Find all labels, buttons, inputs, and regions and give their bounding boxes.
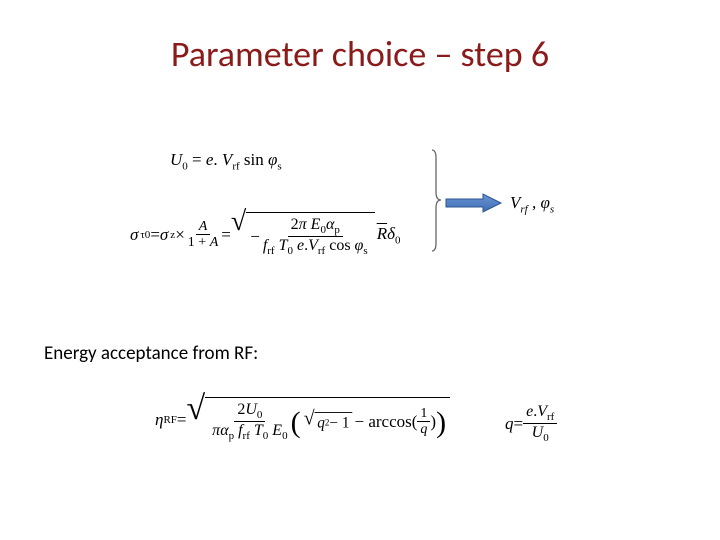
radical-icon: √ (187, 394, 206, 441)
den-f-sub: rf (243, 430, 250, 442)
sym-sigma: σ (130, 225, 138, 245)
equation-u0: U0 = e. Vrf sin φs (170, 150, 282, 172)
sub-0: 0 (182, 160, 188, 172)
eq-sign: = (150, 225, 160, 245)
fn-cos: cos (325, 237, 354, 254)
fn-arccos: − arccos (354, 412, 411, 432)
sub-tau0: τ0 (140, 229, 150, 241)
frac-den-q: q (420, 422, 427, 437)
sym-sigma-z: σ (160, 225, 168, 245)
sub-s: s (277, 160, 281, 172)
sym-q: q (505, 414, 514, 434)
sym-Rbar: R (377, 224, 387, 243)
sym-delta: δ (387, 224, 395, 243)
frac-den-A: A (210, 235, 219, 250)
frac-q: e.Vrf U0 (523, 403, 557, 446)
fn-sin: sin (244, 150, 268, 169)
eq-sign: = (177, 410, 187, 430)
den-U-sub: 0 (543, 432, 549, 444)
radical-icon: √ (303, 409, 314, 429)
den-T: T (275, 237, 288, 254)
sym-q: q (317, 414, 325, 432)
sym-eta: η (155, 410, 163, 430)
num-2: 2 (291, 216, 299, 233)
num-U: U (245, 401, 257, 418)
den-e: e (293, 237, 304, 254)
equation-eta-rf: ηRF = √ 2U0 παp frf T0 E0 ( √ q2 − 1 (155, 395, 450, 445)
frac-num: A (199, 219, 208, 234)
sym-phi: φ (268, 150, 277, 169)
big-frac: 2π E0αp frf T0 e.Vrf cos φs (260, 216, 371, 259)
den-T: T (250, 422, 263, 439)
num-V-sub: rf (547, 411, 554, 423)
den-f: f (234, 422, 242, 439)
slide: Parameter choice – step 6 U0 = e. Vrf si… (0, 0, 720, 540)
eq-sign: = (514, 414, 524, 434)
frac-num-1: 1 (417, 406, 430, 422)
subheading: Energy acceptance from RF: (44, 342, 258, 365)
sym-V: V (222, 150, 232, 169)
frac-A-over-1plusA: A 1 + A (185, 219, 221, 252)
sup-2: 2 (324, 418, 329, 428)
den-phi-sub: s (363, 245, 367, 257)
paren-open: ( (291, 409, 301, 436)
paren-close: ) (436, 409, 446, 436)
arrow-right-icon (445, 193, 499, 213)
sub-RF: RF (163, 414, 176, 426)
sub-rf: rf (232, 160, 239, 172)
derived-parameters: Vrf , φs (510, 193, 554, 215)
den-V: V (308, 237, 318, 254)
num-pi: π (299, 216, 307, 233)
eq-sign: = (192, 150, 206, 169)
comma: , (528, 193, 541, 212)
num-V: V (537, 403, 547, 420)
equation-q: q = e.Vrf U0 (505, 403, 557, 446)
frac-den-1: 1 + (188, 235, 210, 250)
sym-V: V (510, 193, 520, 212)
dot: . (213, 150, 217, 169)
num-E: E (307, 216, 321, 233)
sub-s: s (550, 203, 554, 215)
num-U-sub: 0 (257, 409, 263, 421)
sym-U: U (170, 150, 182, 169)
eq-sign: = (221, 225, 231, 245)
frac-1-over-q: 1 q (417, 406, 430, 439)
num-alpha-sub: p (334, 224, 340, 236)
sqrt-eta: √ 2U0 παp frf T0 E0 ( √ q2 − 1 (187, 397, 451, 444)
sym-phi: φ (540, 193, 549, 212)
times: × (175, 225, 185, 245)
frac-outer: 2U0 παp frf T0 E0 (209, 401, 290, 444)
minus-1: − 1 (329, 414, 349, 432)
minus: − (250, 227, 260, 247)
den-alpha: α (220, 422, 228, 439)
sub-0: 0 (395, 234, 401, 246)
sub-rf: rf (520, 203, 527, 215)
equation-sigma-tau0: στ0 = σz × A 1 + A = √ − 2π E0αp frf T0 … (130, 210, 400, 260)
sqrt-inner: √ q2 − 1 (303, 412, 352, 432)
curly-brace-icon (430, 148, 442, 253)
den-pi: π (212, 422, 220, 439)
den-E-sub: 0 (282, 430, 288, 442)
den-f-sub: rf (267, 245, 274, 257)
page-title: Parameter choice – step 6 (0, 32, 720, 76)
sqrt-outer: √ − 2π E0αp frf T0 e.Vrf cos φs (231, 212, 375, 259)
den-U: U (532, 424, 544, 441)
den-E: E (268, 422, 282, 439)
radical-icon: √ (231, 209, 246, 256)
